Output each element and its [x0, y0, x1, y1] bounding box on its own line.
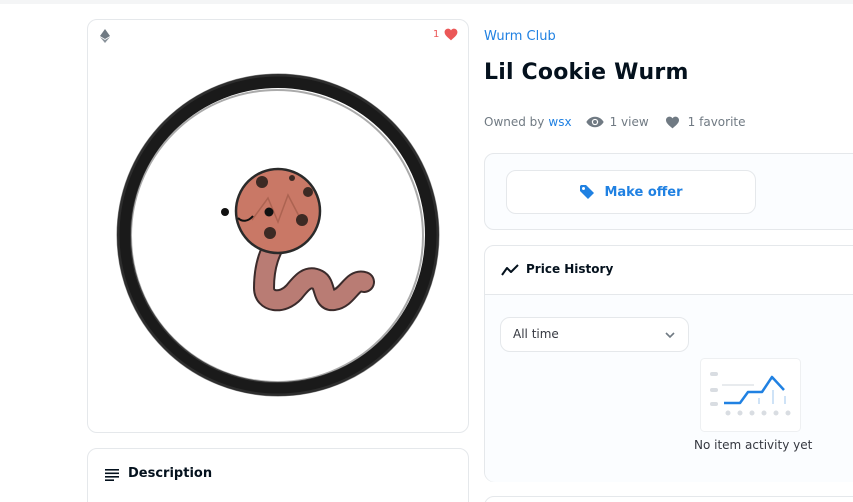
make-offer-button[interactable]: Make offer	[506, 170, 756, 214]
empty-chart-illustration	[700, 358, 801, 432]
time-range-select[interactable]: All time	[500, 317, 689, 352]
empty-state-text: No item activity yet	[694, 438, 813, 452]
owned-by-label: Owned by	[484, 115, 545, 129]
chevron-down-icon	[665, 332, 675, 339]
item-meta: Owned by wsx 1 view 1 favorite	[484, 115, 746, 129]
view-count: 1 view	[609, 115, 649, 129]
tag-icon	[580, 185, 595, 199]
collection-link[interactable]: Wurm Club	[484, 29, 556, 44]
eye-icon	[585, 116, 604, 128]
description-panel[interactable]: Description	[87, 448, 469, 502]
favorite-heart-icon	[665, 116, 679, 128]
favorite-count-text: 1 favorite	[687, 115, 746, 129]
price-history-panel: Price History All time No item activity …	[484, 245, 853, 482]
next-panel	[484, 496, 853, 502]
description-icon	[105, 469, 119, 481]
nft-image-card: 1	[87, 19, 469, 433]
ethereum-icon	[100, 29, 110, 43]
price-history-header[interactable]: Price History	[485, 246, 853, 295]
offer-panel: Make offer	[484, 153, 853, 230]
owner-link[interactable]: wsx	[548, 115, 571, 129]
top-bar	[0, 0, 853, 4]
item-title: Lil Cookie Wurm	[484, 60, 689, 85]
price-history-title: Price History	[526, 262, 614, 276]
favorite-count: 1	[433, 29, 440, 40]
description-title: Description	[128, 466, 213, 481]
trend-icon	[501, 264, 519, 276]
heart-icon[interactable]	[444, 28, 458, 41]
make-offer-label: Make offer	[604, 184, 683, 200]
nft-artwork[interactable]	[112, 70, 442, 400]
time-range-value: All time	[513, 327, 559, 341]
price-history-body: All time No item activity yet	[485, 295, 853, 482]
